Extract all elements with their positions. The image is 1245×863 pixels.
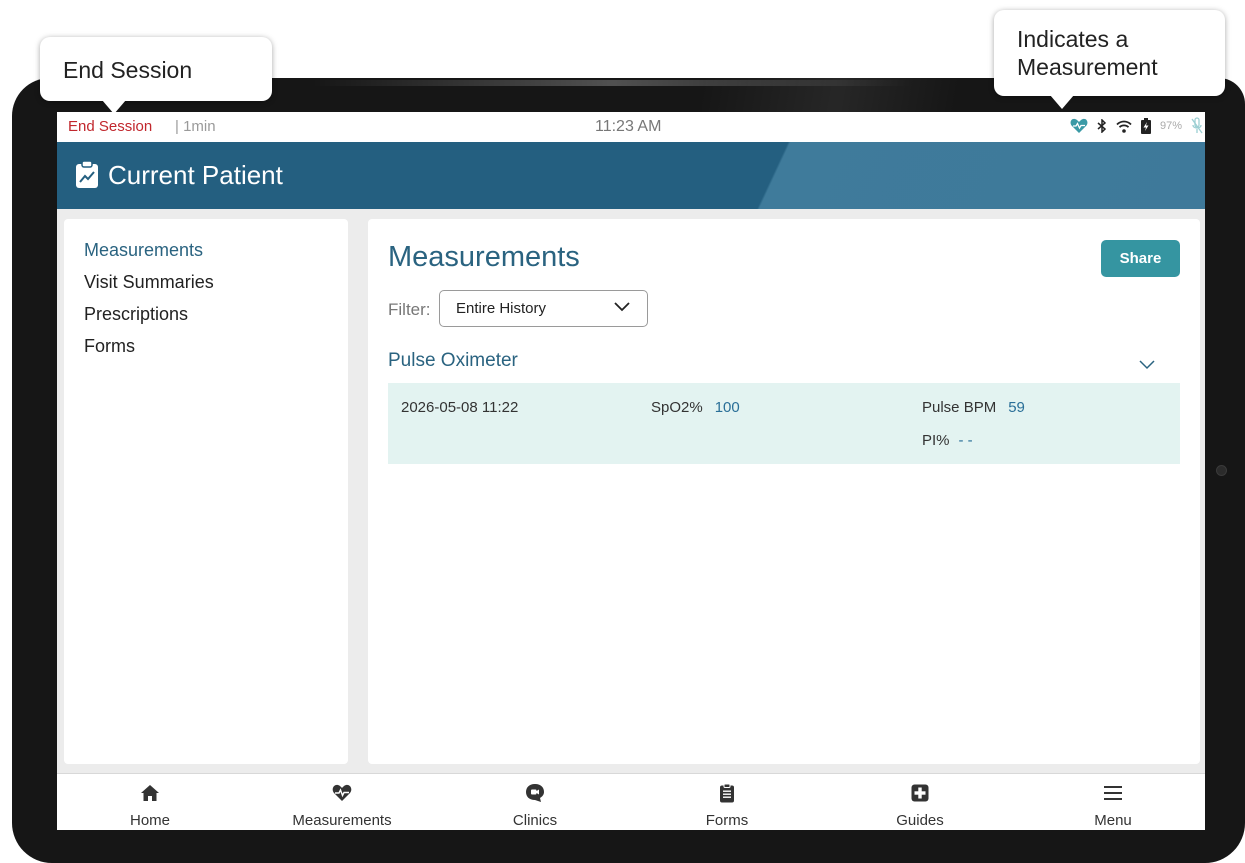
pi-value: - -	[958, 432, 973, 449]
camera-icon	[1216, 465, 1227, 476]
heart-pulse-icon	[332, 784, 352, 801]
nav-label: Clinics	[512, 812, 558, 829]
sidebar-item-visit-summaries[interactable]: Visit Summaries	[84, 272, 214, 293]
panel-title: Measurements	[388, 241, 580, 273]
home-icon	[141, 785, 159, 801]
bluetooth-icon	[1097, 119, 1107, 133]
chevron-down-icon[interactable]	[1139, 360, 1155, 370]
nav-label: Guides	[896, 812, 944, 829]
sidebar-item-measurements[interactable]: Measurements	[84, 240, 203, 261]
clipboard-chart-icon	[76, 161, 98, 188]
sidebar-item-prescriptions[interactable]: Prescriptions	[84, 304, 188, 325]
first-aid-icon	[911, 784, 929, 802]
filter-dropdown[interactable]: Entire History	[439, 290, 648, 327]
filter-label: Filter:	[388, 300, 431, 319]
status-bar: End Session | 1min 11:23 AM 97%	[57, 112, 1205, 142]
callout-line-1: Indicates a	[1017, 26, 1129, 52]
nav-home[interactable]: Home	[70, 774, 230, 830]
nav-label: Home	[129, 812, 170, 829]
nav-clinics[interactable]: Clinics	[455, 774, 615, 830]
callout-pointer	[1050, 95, 1074, 109]
end-session-callout: End Session	[40, 37, 272, 114]
nav-label: Forms	[705, 812, 749, 829]
hamburger-menu-icon	[1104, 786, 1122, 800]
measurement-indicator-callout: Indicates a Measurement	[994, 10, 1225, 109]
nav-measurements[interactable]: Measurements	[262, 774, 422, 830]
callout-text: End Session	[63, 57, 193, 83]
nav-forms[interactable]: Forms	[647, 774, 807, 830]
nav-label: Menu	[1094, 812, 1132, 829]
spo2-value: 100	[714, 399, 740, 416]
status-icons: 97%	[1070, 117, 1203, 135]
callout-text: Indicates a Measurement	[1017, 25, 1158, 81]
sidebar-item-forms[interactable]: Forms	[84, 336, 135, 357]
session-duration: | 1min	[175, 118, 216, 135]
end-session-link[interactable]: End Session	[68, 118, 152, 135]
callout-line-2: Measurement	[1017, 54, 1158, 80]
spo2-label: SpO2%	[651, 399, 703, 416]
pulse-reading: Pulse BPM 59	[922, 399, 1025, 416]
clock: 11:23 AM	[595, 118, 662, 135]
sidebar: Measurements Visit Summaries Prescriptio…	[64, 219, 348, 764]
app-header: Current Patient	[57, 142, 1205, 209]
pi-label: PI%	[922, 432, 950, 449]
chevron-down-icon	[614, 302, 630, 312]
measurement-row[interactable]: 2026-05-08 11:22 SpO2% 100 Pulse BPM 59 PI…	[388, 383, 1180, 464]
heart-measurement-icon	[1070, 118, 1088, 133]
spo2-reading: SpO2% 100	[651, 399, 740, 416]
battery-percent: 97%	[1159, 120, 1182, 132]
nav-menu[interactable]: Menu	[1033, 774, 1193, 830]
wifi-icon	[1116, 120, 1132, 133]
measurements-panel: Measurements Share Filter: Entire Histor…	[368, 219, 1200, 764]
pulse-value: 59	[1008, 399, 1025, 416]
bottom-nav: Home Measurements Clinics Forms Guides M…	[57, 773, 1205, 830]
reading-datetime: 2026-05-08 11:22	[401, 399, 519, 416]
share-button[interactable]: Share	[1101, 240, 1180, 277]
tablet-screen: End Session | 1min 11:23 AM 97% Current …	[57, 112, 1205, 830]
filter-value: Entire History	[456, 300, 547, 317]
mic-off-icon	[1191, 117, 1203, 134]
tablet-edge-highlight	[312, 80, 912, 86]
battery-charging-icon	[1140, 118, 1151, 134]
callout-pointer	[102, 100, 126, 114]
pi-reading: PI% - -	[922, 432, 973, 449]
section-title-pulse-oximeter: Pulse Oximeter	[388, 350, 518, 371]
pulse-label: Pulse BPM	[922, 399, 997, 416]
clipboard-icon	[720, 783, 734, 803]
nav-label: Measurements	[292, 812, 392, 829]
video-chat-icon	[526, 784, 544, 802]
page-title: Current Patient	[108, 160, 283, 190]
nav-guides[interactable]: Guides	[840, 774, 1000, 830]
